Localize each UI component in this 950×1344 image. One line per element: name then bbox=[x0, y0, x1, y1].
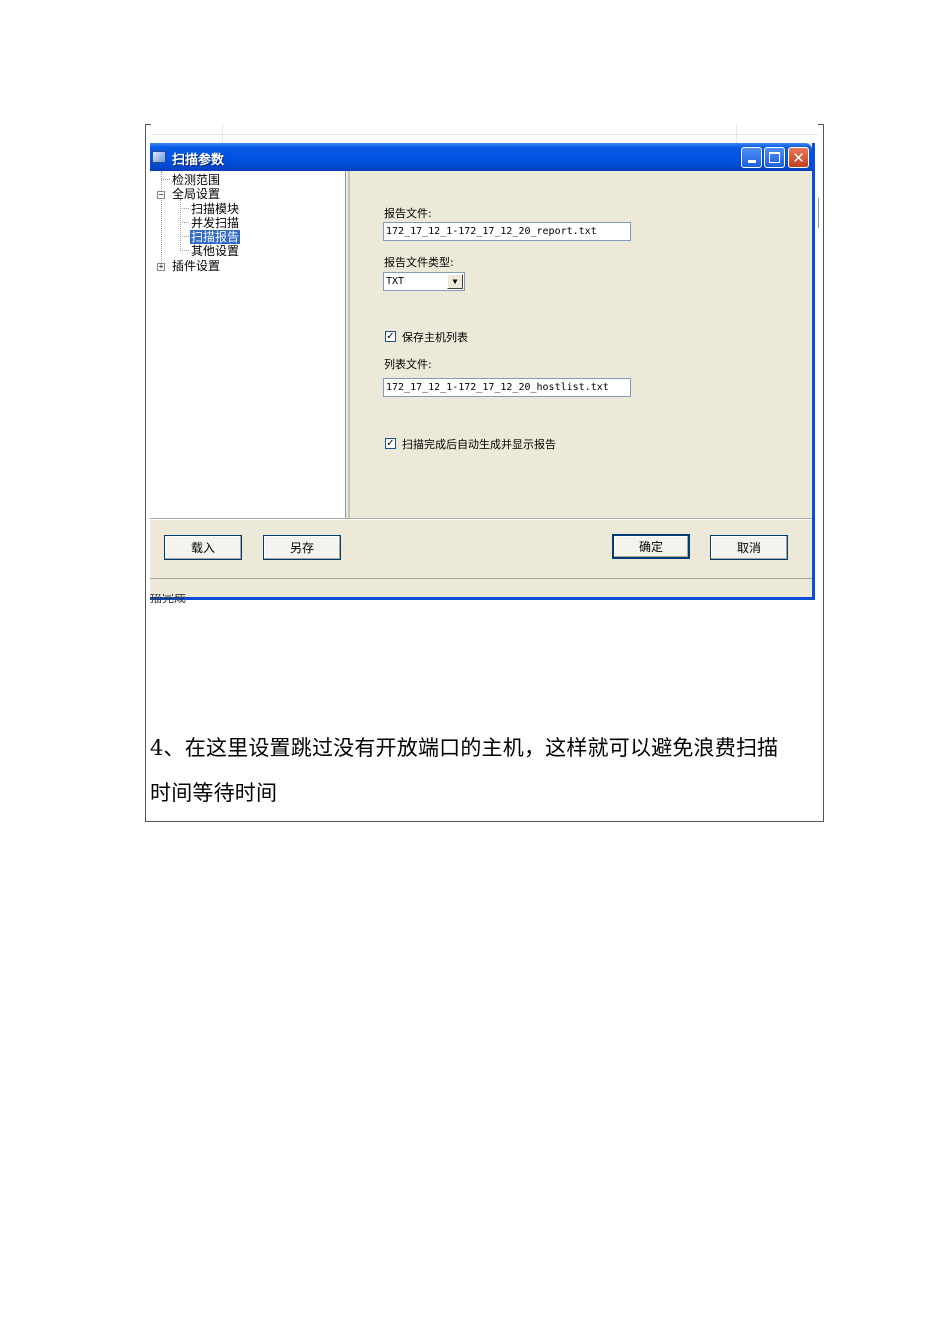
tree-connector bbox=[180, 208, 189, 209]
expand-icon[interactable]: + bbox=[157, 263, 165, 271]
ok-button[interactable]: 确定 bbox=[612, 534, 690, 559]
report-file-label: 报告文件: bbox=[384, 207, 432, 220]
background-status-text: 描完成 bbox=[150, 594, 187, 605]
save-as-button[interactable]: 另存 bbox=[263, 535, 341, 560]
save-host-list-label: 保存主机列表 bbox=[402, 331, 468, 344]
minimize-button[interactable] bbox=[741, 147, 762, 168]
tree-connector bbox=[161, 179, 170, 180]
tree-item-scan-report[interactable]: 扫描报告 bbox=[190, 230, 241, 244]
table-corner-left bbox=[145, 124, 151, 125]
title-bar[interactable]: 扫描参数 ✕ bbox=[150, 143, 812, 171]
background-gridline bbox=[222, 124, 223, 144]
status-divider bbox=[150, 578, 812, 579]
maximize-icon bbox=[769, 152, 780, 163]
maximize-button[interactable] bbox=[764, 147, 785, 168]
minimize-icon bbox=[747, 160, 756, 163]
window-title: 扫描参数 bbox=[172, 153, 225, 168]
tree-connector bbox=[180, 250, 189, 251]
list-file-input[interactable]: 172_17_12_1-172_17_12_20_hostlist.txt bbox=[383, 378, 631, 397]
tree-item-scan-modules[interactable]: 扫描模块 bbox=[191, 202, 239, 216]
tree-item-global-settings[interactable]: 全局设置 bbox=[172, 187, 220, 201]
settings-tree[interactable]: 检测范围 − 全局设置 扫描模块 并发扫描 扫描报告 其他设置 + 插件设置 bbox=[150, 171, 346, 518]
save-host-list-checkbox[interactable]: ✓ bbox=[385, 331, 396, 342]
tree-connector bbox=[161, 171, 162, 263]
paragraph-line: 时间等待时间 bbox=[150, 781, 278, 805]
tree-connector bbox=[180, 199, 181, 251]
tree-item-scan-range[interactable]: 检测范围 bbox=[172, 173, 220, 187]
list-file-label: 列表文件: bbox=[384, 358, 432, 371]
table-corner-right bbox=[818, 124, 824, 125]
background-gridline bbox=[818, 198, 819, 228]
collapse-icon[interactable]: − bbox=[157, 191, 165, 199]
report-type-select[interactable]: TXT ▼ bbox=[383, 272, 465, 291]
tree-connector bbox=[180, 222, 189, 223]
auto-report-checkbox[interactable]: ✓ bbox=[385, 438, 396, 449]
tree-item-other-settings[interactable]: 其他设置 bbox=[191, 244, 239, 258]
auto-report-label: 扫描完成后自动生成并显示报告 bbox=[402, 438, 556, 451]
cancel-button[interactable]: 取消 bbox=[710, 535, 788, 560]
load-button[interactable]: 载入 bbox=[164, 535, 242, 560]
report-type-label: 报告文件类型: bbox=[384, 256, 454, 269]
document-paragraph: 4、在这里设置跳过没有开放端口的主机，这样就可以避免浪费扫描 时间等待时间 bbox=[150, 726, 820, 816]
close-button[interactable]: ✕ bbox=[788, 147, 809, 168]
button-bar-divider-highlight bbox=[150, 519, 812, 520]
tree-item-plugin-settings[interactable]: 插件设置 bbox=[172, 259, 220, 273]
paragraph-line: 4、在这里设置跳过没有开放端口的主机，这样就可以避免浪费扫描 bbox=[150, 736, 779, 760]
background-gridline bbox=[151, 134, 818, 135]
report-type-value: TXT bbox=[386, 276, 405, 287]
tree-connector bbox=[180, 236, 189, 237]
app-icon bbox=[152, 151, 166, 163]
panel-splitter[interactable] bbox=[348, 171, 350, 518]
close-icon: ✕ bbox=[792, 148, 805, 167]
background-gridline bbox=[736, 124, 737, 144]
report-file-input[interactable]: 172_17_12_1-172_17_12_20_report.txt bbox=[383, 222, 631, 241]
tree-item-concurrent-scan[interactable]: 并发扫描 bbox=[191, 216, 239, 230]
scan-parameters-dialog: 扫描参数 ✕ 检测范围 − 全局设置 扫描模块 并发扫描 扫描报告 其他设置 +… bbox=[150, 143, 815, 600]
chevron-down-icon[interactable]: ▼ bbox=[447, 274, 463, 289]
